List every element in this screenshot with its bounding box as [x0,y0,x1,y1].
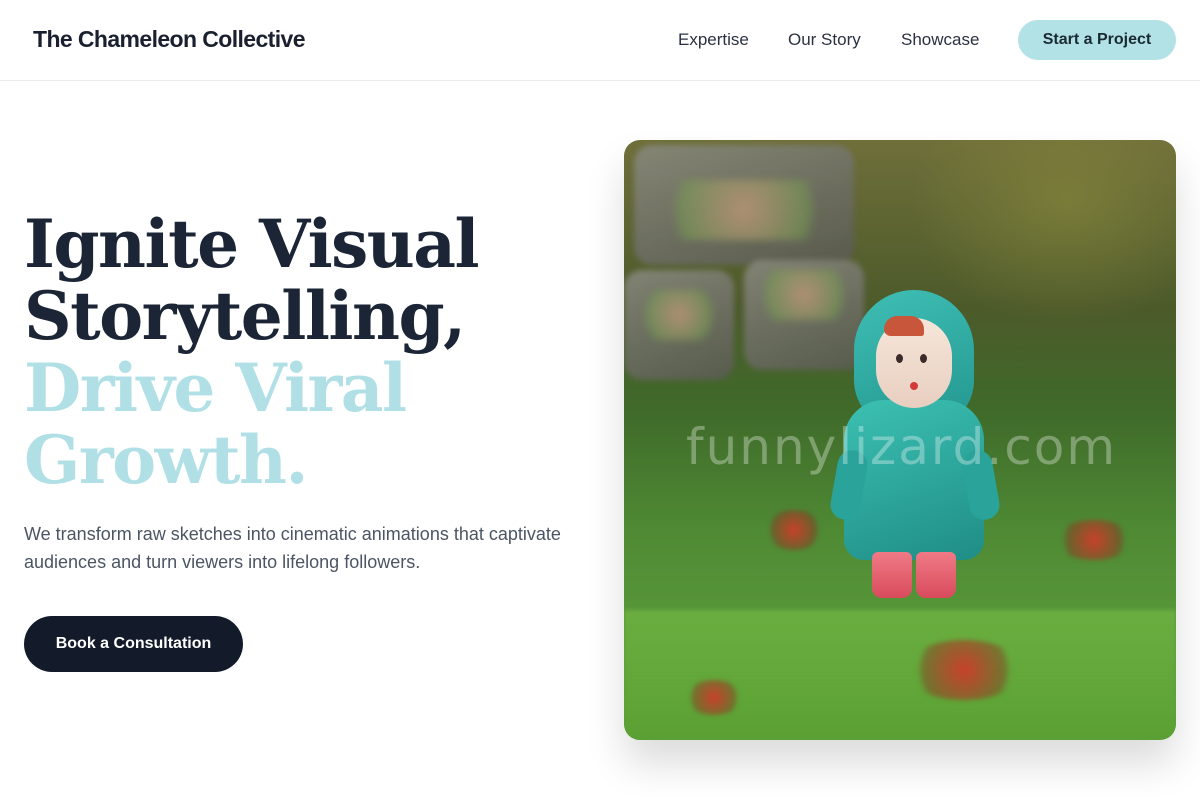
start-project-button[interactable]: Start a Project [1018,20,1176,60]
hero-subtext: We transform raw sketches into cinematic… [24,524,561,572]
headline-accent-line-2: Growth. [24,421,308,499]
headline-line-2: Storytelling, [24,277,466,355]
headline-accent-line-1: Drive Viral [24,349,407,427]
red-flower [684,680,744,715]
background-moss [644,180,844,240]
brand-logo[interactable]: The Chameleon Collective [33,26,306,53]
hero-image: funnylizard.com [624,140,1176,740]
book-consultation-button[interactable]: Book a Consultation [24,616,243,672]
figurine-boot [872,552,912,598]
figurine-mouth [910,382,918,390]
site-header: The Chameleon Collective Expertise Our S… [0,0,1200,81]
figurine-boot [916,552,956,598]
image-watermark: funnylizard.com [686,418,1118,476]
red-flower [1054,520,1134,560]
figurine-eye [920,354,927,363]
nav-link-expertise[interactable]: Expertise [678,30,749,50]
background-moss [634,290,724,340]
figurine-eye [896,354,903,363]
nav-link-our-story[interactable]: Our Story [788,30,861,50]
hero-headline: Ignite Visual Storytelling, Drive Viral … [24,208,584,496]
red-flower [764,510,824,550]
figurine-hair [884,316,924,336]
headline-line-1: Ignite Visual [24,205,480,283]
nav-link-showcase[interactable]: Showcase [901,30,979,50]
foreground-grass [624,610,1176,740]
red-flower [904,640,1024,700]
